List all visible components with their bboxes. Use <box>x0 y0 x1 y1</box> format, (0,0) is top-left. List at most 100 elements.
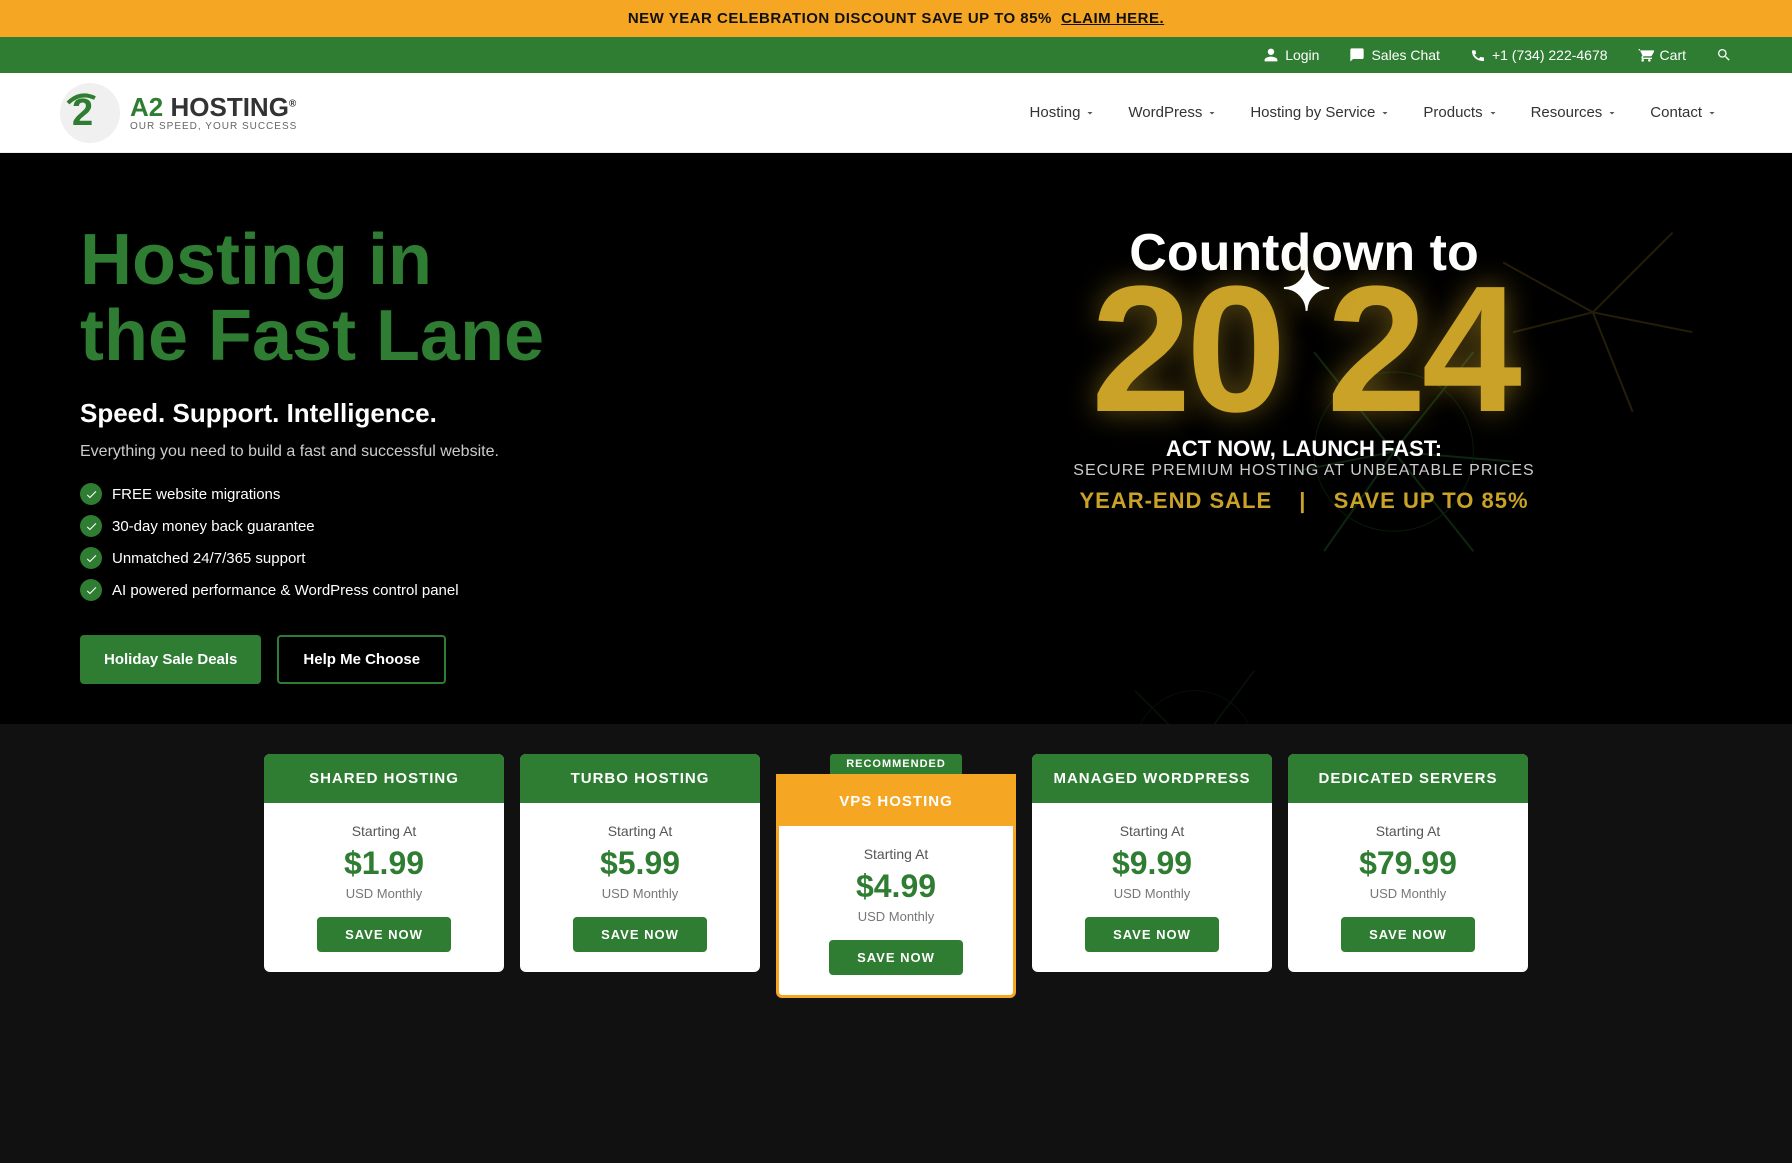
chevron-down-icon <box>1084 107 1096 119</box>
pricing-cards: SHARED HOSTING Starting At $1.99 USD Mon… <box>60 754 1732 998</box>
managed-wordpress-body: Starting At $9.99 USD Monthly SAVE NOW <box>1032 803 1272 972</box>
nav-hosting-by-service[interactable]: Hosting by Service <box>1236 96 1405 129</box>
shared-hosting-card: SHARED HOSTING Starting At $1.99 USD Mon… <box>264 754 504 972</box>
managed-wordpress-card: MANAGED WORDPRESS Starting At $9.99 USD … <box>1032 754 1272 972</box>
vps-hosting-card-wrapper: RECOMMENDED VPS HOSTING Starting At $4.9… <box>776 754 1016 998</box>
main-nav-links: Hosting WordPress Hosting by Service Pro… <box>1016 96 1732 129</box>
managed-wordpress-card-wrapper: MANAGED WORDPRESS Starting At $9.99 USD … <box>1032 754 1272 972</box>
login-link[interactable]: Login <box>1263 47 1319 63</box>
search-icon <box>1716 47 1732 63</box>
dedicated-servers-header: DEDICATED SERVERS <box>1288 754 1528 803</box>
phone-icon <box>1470 47 1486 63</box>
feature-item: Unmatched 24/7/365 support <box>80 547 896 569</box>
feature-item: AI powered performance & WordPress contr… <box>80 579 896 601</box>
chat-icon <box>1349 47 1365 63</box>
countdown-area: Countdown to 20✦24 ACT NOW, LAUNCH FAST:… <box>1069 223 1538 514</box>
dedicated-servers-card: DEDICATED SERVERS Starting At $79.99 USD… <box>1288 754 1528 972</box>
cart-link[interactable]: Cart <box>1638 47 1686 63</box>
logo-icon: 2 <box>60 83 120 143</box>
banner-text: NEW YEAR CELEBRATION DISCOUNT SAVE UP TO… <box>628 10 1052 27</box>
hero-right-content: Countdown to 20✦24 ACT NOW, LAUNCH FAST:… <box>896 223 1712 514</box>
turbo-save-now-button[interactable]: SAVE NOW <box>573 917 707 952</box>
logo-tagline: OUR SPEED, YOUR SUCCESS <box>130 121 297 132</box>
sales-chat-link[interactable]: Sales Chat <box>1349 47 1439 63</box>
main-nav: 2 A2 HOSTING® OUR SPEED, YOUR SUCCESS Ho… <box>0 73 1792 153</box>
vps-hosting-body: Starting At $4.99 USD Monthly SAVE NOW <box>779 826 1013 995</box>
vps-starting-at: Starting At <box>795 846 997 862</box>
check-icon <box>80 579 102 601</box>
dedicated-save-now-button[interactable]: SAVE NOW <box>1341 917 1475 952</box>
shared-save-now-button[interactable]: SAVE NOW <box>317 917 451 952</box>
search-link[interactable] <box>1716 47 1732 63</box>
shared-hosting-header: SHARED HOSTING <box>264 754 504 803</box>
dedicated-period: USD Monthly <box>1304 886 1512 901</box>
vps-hosting-header: VPS HOSTING <box>779 777 1013 826</box>
user-icon <box>1263 47 1279 63</box>
chevron-down-icon <box>1206 107 1218 119</box>
hero-subtitle: Speed. Support. Intelligence. <box>80 398 896 429</box>
check-icon <box>80 515 102 537</box>
hero-title: Hosting in the Fast Lane <box>80 223 896 374</box>
nav-wordpress[interactable]: WordPress <box>1114 96 1232 129</box>
chevron-down-icon <box>1379 107 1391 119</box>
sales-chat-label: Sales Chat <box>1371 47 1439 63</box>
hero-description: Everything you need to build a fast and … <box>80 443 896 461</box>
secure-text: SECURE PREMIUM HOSTING AT UNBEATABLE PRI… <box>1069 462 1538 480</box>
turbo-hosting-card: TURBO HOSTING Starting At $5.99 USD Mont… <box>520 754 760 972</box>
dedicated-price: $79.99 <box>1304 845 1512 882</box>
chevron-down-icon <box>1706 107 1718 119</box>
logo[interactable]: 2 A2 HOSTING® OUR SPEED, YOUR SUCCESS <box>60 83 297 143</box>
hero-section: Hosting in the Fast Lane Speed. Support.… <box>0 153 1792 724</box>
logo-brand-name: A2 HOSTING® <box>130 93 297 122</box>
turbo-hosting-body: Starting At $5.99 USD Monthly SAVE NOW <box>520 803 760 972</box>
cart-label: Cart <box>1660 47 1686 63</box>
cart-icon <box>1638 47 1654 63</box>
managed-price: $9.99 <box>1048 845 1256 882</box>
managed-starting-at: Starting At <box>1048 823 1256 839</box>
vps-hosting-card: VPS HOSTING Starting At $4.99 USD Monthl… <box>776 774 1016 998</box>
hero-buttons: Holiday Sale Deals Help Me Choose <box>80 635 896 684</box>
vps-period: USD Monthly <box>795 909 997 924</box>
hero-left-content: Hosting in the Fast Lane Speed. Support.… <box>80 223 896 684</box>
phone-link[interactable]: +1 (734) 222-4678 <box>1470 47 1608 63</box>
feature-item: 30-day money back guarantee <box>80 515 896 537</box>
nav-contact[interactable]: Contact <box>1636 96 1732 129</box>
pricing-section: SHARED HOSTING Starting At $1.99 USD Mon… <box>0 724 1792 1048</box>
check-icon <box>80 483 102 505</box>
turbo-hosting-header: TURBO HOSTING <box>520 754 760 803</box>
countdown-year: 20✦24 <box>1069 273 1538 426</box>
holiday-sale-deals-button[interactable]: Holiday Sale Deals <box>80 635 261 684</box>
shared-period: USD Monthly <box>280 886 488 901</box>
chevron-down-icon <box>1487 107 1499 119</box>
phone-label: +1 (734) 222-4678 <box>1492 47 1608 63</box>
shared-hosting-card-wrapper: SHARED HOSTING Starting At $1.99 USD Mon… <box>264 754 504 972</box>
vps-save-now-button[interactable]: SAVE NOW <box>829 940 963 975</box>
nav-resources[interactable]: Resources <box>1517 96 1633 129</box>
help-me-choose-button[interactable]: Help Me Choose <box>277 635 446 684</box>
turbo-period: USD Monthly <box>536 886 744 901</box>
year-end-sale-text: YEAR-END SALE | SAVE UP TO 85% <box>1069 488 1538 514</box>
top-nav-bar: Login Sales Chat +1 (734) 222-4678 Cart <box>0 37 1792 73</box>
dedicated-starting-at: Starting At <box>1304 823 1512 839</box>
nav-products[interactable]: Products <box>1409 96 1512 129</box>
dedicated-servers-card-wrapper: DEDICATED SERVERS Starting At $79.99 USD… <box>1288 754 1528 972</box>
managed-save-now-button[interactable]: SAVE NOW <box>1085 917 1219 952</box>
feature-list: FREE website migrations 30-day money bac… <box>80 483 896 601</box>
managed-period: USD Monthly <box>1048 886 1256 901</box>
dedicated-servers-body: Starting At $79.99 USD Monthly SAVE NOW <box>1288 803 1528 972</box>
top-banner: NEW YEAR CELEBRATION DISCOUNT SAVE UP TO… <box>0 0 1792 37</box>
check-icon <box>80 547 102 569</box>
shared-starting-at: Starting At <box>280 823 488 839</box>
feature-item: FREE website migrations <box>80 483 896 505</box>
turbo-price: $5.99 <box>536 845 744 882</box>
recommended-badge: RECOMMENDED <box>830 754 962 774</box>
banner-cta[interactable]: CLAIM HERE. <box>1061 10 1164 27</box>
turbo-starting-at: Starting At <box>536 823 744 839</box>
managed-wordpress-header: MANAGED WORDPRESS <box>1032 754 1272 803</box>
chevron-down-icon <box>1606 107 1618 119</box>
login-label: Login <box>1285 47 1319 63</box>
nav-hosting[interactable]: Hosting <box>1016 96 1111 129</box>
shared-price: $1.99 <box>280 845 488 882</box>
vps-price: $4.99 <box>795 868 997 905</box>
turbo-hosting-card-wrapper: TURBO HOSTING Starting At $5.99 USD Mont… <box>520 754 760 972</box>
